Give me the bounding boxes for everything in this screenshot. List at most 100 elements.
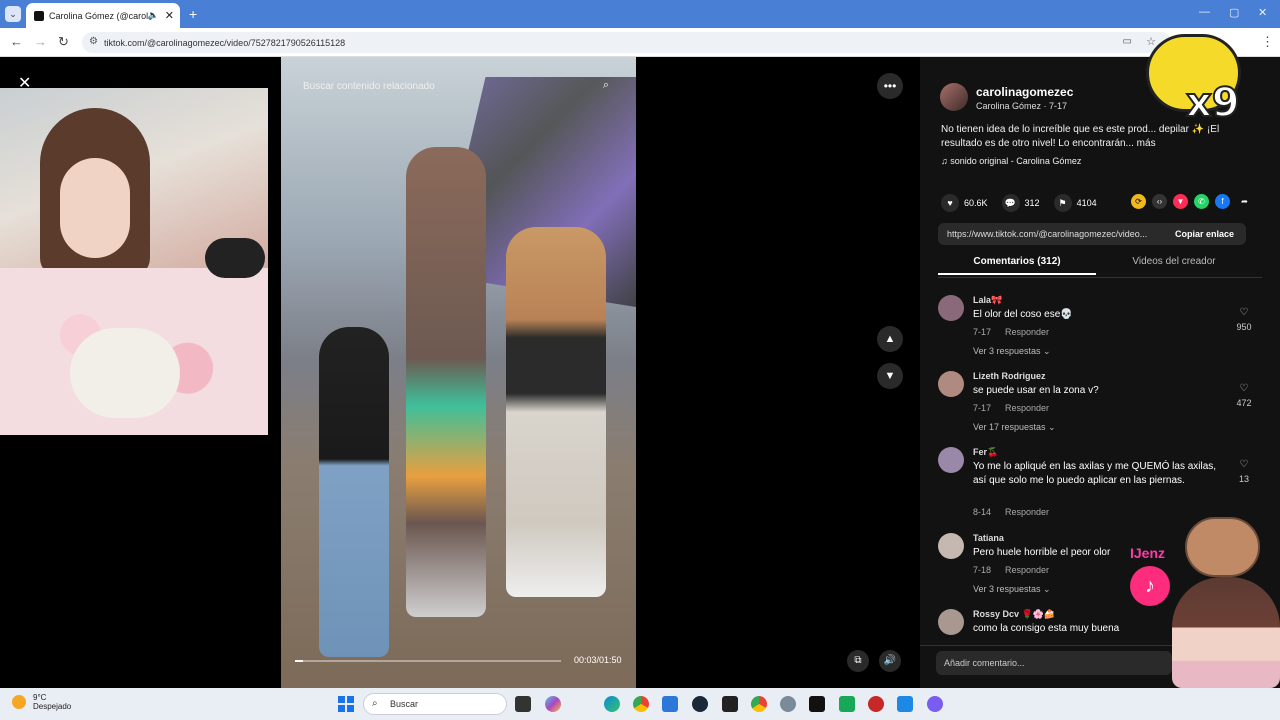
comment-like-icon[interactable]: ♡	[1234, 459, 1254, 470]
previous-video-icon[interactable]: ▲	[877, 326, 903, 352]
floating-player-icon[interactable]: ⧉	[847, 650, 869, 672]
chrome-dev-icon[interactable]	[751, 696, 767, 712]
edge-icon[interactable]	[604, 696, 620, 712]
copilot-icon[interactable]	[545, 696, 561, 712]
copy-link-button[interactable]: Copiar enlace	[1175, 229, 1234, 239]
related-search-input[interactable]: Buscar contenido relacionado	[303, 81, 435, 92]
related-search-bar[interactable]: Buscar contenido relacionado ⌕	[293, 75, 623, 97]
comment-username[interactable]: Tatiana	[973, 533, 1004, 543]
comment-avatar[interactable]	[938, 533, 964, 559]
url-text: tiktok.com/@carolinagomezec/video/752782…	[104, 37, 346, 48]
search-icon[interactable]: ⌕	[603, 79, 609, 92]
site-info-icon[interactable]: ⚙	[89, 36, 98, 47]
volume-icon[interactable]: 🔊	[879, 650, 901, 672]
reply-button[interactable]: Responder	[1005, 403, 1049, 413]
task-view-icon[interactable]	[515, 696, 531, 712]
comment-date: 7-17	[973, 327, 992, 337]
comment-like-count: 950	[1236, 322, 1252, 332]
heart-icon: ♥	[941, 194, 959, 212]
post-sound[interactable]: ♫ sonido original - Carolina Gómez	[941, 156, 1081, 166]
window-close-icon[interactable]: ✕	[1258, 6, 1267, 19]
speaker-icon[interactable]: 🔈	[148, 10, 159, 21]
video-progress-bar[interactable]	[295, 660, 561, 662]
windows-start-icon[interactable]	[338, 696, 354, 712]
back-icon[interactable]: ←	[10, 34, 23, 49]
whatsapp-icon[interactable]: ✆	[1194, 194, 1209, 209]
embed-icon[interactable]: ‹›	[1152, 194, 1167, 209]
reply-button[interactable]: Responder	[1005, 565, 1049, 575]
share-arrow-icon[interactable]: ➦	[1237, 194, 1252, 209]
app-green-icon[interactable]	[839, 696, 855, 712]
video-person-right	[506, 227, 606, 597]
weather-widget[interactable]: 9°C Despejado	[12, 693, 71, 711]
comment-username[interactable]: Lizeth Rodriguez	[973, 371, 1046, 381]
chrome-icon[interactable]	[633, 696, 649, 712]
search-icon: ⌕	[372, 698, 378, 709]
creator-username[interactable]: carolinagomezec	[976, 85, 1073, 99]
creator-avatar[interactable]	[940, 83, 968, 111]
tab-creator-videos[interactable]: Videos del creador	[1098, 256, 1250, 267]
comment-item: Fer🍒 Yo me lo apliqué en las axilas y me…	[938, 447, 1258, 523]
video-person-left	[319, 327, 389, 657]
comment-item: Lala🎀 El olor del coso ese💀 7-17 Responde…	[938, 295, 1258, 363]
taskbar-search[interactable]: ⌕ Buscar	[363, 693, 507, 715]
post-description: No tienen idea de lo increíble que es es…	[941, 124, 1220, 149]
comment-avatar[interactable]	[938, 295, 964, 321]
url-field[interactable]: ⚙ tiktok.com/@carolinagomezec/video/7527…	[82, 32, 1172, 53]
comment-avatar[interactable]	[938, 447, 964, 473]
browser-menu-icon[interactable]: ⋮	[1261, 34, 1274, 50]
comment-button[interactable]: 💬 312	[1001, 194, 1040, 212]
cast-icon[interactable]: ▭	[1123, 36, 1132, 47]
browser-tab[interactable]: Carolina Gómez (@carolina 🔈 ✕	[26, 3, 180, 28]
facebook-icon[interactable]: f	[1215, 194, 1230, 209]
webcam-person-face	[60, 158, 130, 258]
epic-games-icon[interactable]	[809, 696, 825, 712]
steam-icon[interactable]	[692, 696, 708, 712]
save-button[interactable]: ⚑ 4104	[1053, 194, 1097, 212]
comment-like-icon[interactable]: ♡	[1234, 307, 1254, 318]
comment-username[interactable]: Lala🎀	[973, 295, 1002, 306]
new-tab-button[interactable]: +	[189, 6, 197, 22]
app-red-icon[interactable]	[868, 696, 884, 712]
more-options-icon[interactable]: •••	[877, 73, 903, 99]
terminal-icon[interactable]	[722, 696, 738, 712]
comment-date: 8-14	[973, 507, 992, 517]
view-replies-button[interactable]: Ver 17 respuestas ⌄	[973, 422, 1056, 433]
maximize-icon[interactable]: ▢	[1229, 6, 1239, 19]
forward-icon[interactable]: →	[34, 34, 47, 49]
discord-icon[interactable]	[927, 696, 943, 712]
reload-icon[interactable]: ↻	[58, 34, 69, 50]
view-replies-button[interactable]: Ver 3 respuestas ⌄	[973, 346, 1051, 357]
comment-avatar[interactable]	[938, 371, 964, 397]
tab-close-button[interactable]: ✕	[165, 9, 174, 22]
reply-button[interactable]: Responder	[1005, 327, 1049, 337]
like-button[interactable]: ♥ 60.6K	[941, 194, 988, 212]
repost-icon[interactable]: ⟳	[1131, 194, 1146, 209]
webcam-microphone	[205, 238, 265, 278]
send-friend-icon[interactable]: ▼	[1173, 194, 1188, 209]
view-replies-button[interactable]: Ver 3 respuestas ⌄	[973, 584, 1051, 595]
minimize-icon[interactable]: —	[1199, 6, 1210, 18]
comment-like-icon[interactable]: ♡	[1234, 383, 1254, 394]
photos-icon[interactable]	[897, 696, 913, 712]
tab-search-menu-button[interactable]: ⌄	[5, 6, 21, 22]
video-player[interactable]: Buscar contenido relacionado ⌕ 00:03/01:…	[281, 57, 636, 688]
next-video-icon[interactable]: ▼	[877, 363, 903, 389]
sun-icon	[12, 695, 26, 709]
comment-avatar[interactable]	[938, 609, 964, 635]
comment-icon: 💬	[1001, 194, 1020, 212]
comment-username[interactable]: Rossy Dcv 🌹🌸🍰	[973, 609, 1055, 620]
comment-username[interactable]: Fer🍒	[973, 447, 998, 458]
store-icon[interactable]	[662, 696, 678, 712]
video-person-center	[406, 147, 486, 617]
tiktok-video-page: ✕ Buscar contenido relacionado ⌕ 00:03/0…	[0, 34, 1280, 688]
tiktok-logo-icon: ♪	[1130, 566, 1170, 606]
post-link-text[interactable]: https://www.tiktok.com/@carolinagomezec/…	[947, 229, 1147, 239]
bookmark-icon: ⚑	[1053, 194, 1072, 212]
reply-button[interactable]: Responder	[1005, 507, 1049, 517]
comment-date: 7-17	[973, 403, 992, 413]
settings-icon[interactable]	[780, 696, 796, 712]
engagement-stats: ♥ 60.6K 💬 312 ⚑ 4104	[941, 194, 1111, 212]
panel-tabs: Comentarios (312) Videos del creador	[938, 256, 1262, 278]
tab-comments[interactable]: Comentarios (312)	[938, 256, 1096, 275]
